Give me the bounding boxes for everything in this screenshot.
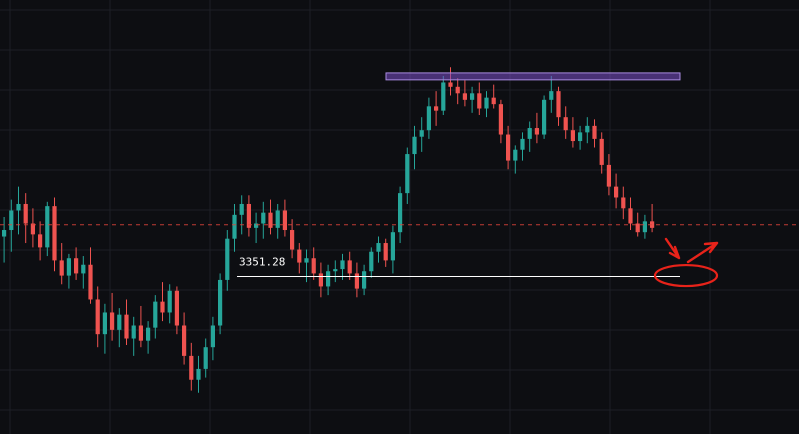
candle-body <box>354 273 359 289</box>
candle-body <box>239 203 244 215</box>
candle-body <box>398 193 403 233</box>
candle-body <box>318 273 323 287</box>
candle-body <box>405 154 410 194</box>
candle-body <box>455 86 460 94</box>
candle-body <box>9 210 14 231</box>
candle-body <box>16 203 21 211</box>
candle-body <box>38 234 43 248</box>
candle-body <box>261 212 266 224</box>
candle-body <box>110 312 115 330</box>
candle-body <box>412 136 417 155</box>
candle-body <box>153 301 158 328</box>
candlestick-series <box>2 67 655 393</box>
candle-body <box>210 325 215 348</box>
candle-body <box>606 164 611 187</box>
candle-body <box>326 271 331 287</box>
candle-body <box>45 206 50 248</box>
candle-body <box>182 325 187 356</box>
candle-body <box>131 325 136 339</box>
candle-body <box>491 97 496 105</box>
candle-body <box>534 128 539 135</box>
candle-body <box>448 82 453 87</box>
candle-body <box>232 214 237 239</box>
candle-body <box>297 249 302 263</box>
candle-body <box>419 130 424 137</box>
candle-body <box>203 347 208 369</box>
candle-body <box>462 93 467 100</box>
candle-body <box>88 264 93 300</box>
candle-body <box>426 106 431 131</box>
candle-body <box>470 93 475 100</box>
candle-body <box>282 210 287 231</box>
candle-body <box>102 312 107 335</box>
candle-body <box>599 138 604 165</box>
candle-body <box>66 258 71 276</box>
candle-body <box>189 355 194 380</box>
candle-body <box>578 132 583 142</box>
candle-body <box>635 223 640 233</box>
candle-body <box>520 138 525 150</box>
candle-body <box>369 251 374 272</box>
candle-body <box>506 134 511 161</box>
candle-body <box>290 230 295 250</box>
candle-body <box>362 271 367 289</box>
candle-body <box>570 130 575 142</box>
candle-body <box>592 125 597 139</box>
target-ellipse-marker <box>653 263 719 288</box>
candle-body <box>563 117 568 131</box>
candle-body <box>2 230 7 237</box>
candle-body <box>383 243 388 261</box>
candle-body <box>549 91 554 100</box>
candle-body <box>556 91 561 118</box>
candle-body <box>218 279 223 326</box>
candle-body <box>146 327 151 341</box>
candle-body <box>174 290 179 326</box>
candle-body <box>614 186 619 198</box>
candle-body <box>585 125 590 133</box>
candle-body <box>347 260 352 274</box>
candle-body <box>304 258 309 263</box>
candle-body <box>74 258 79 274</box>
candle-body <box>254 223 259 228</box>
candle-body <box>434 106 439 111</box>
candle-body <box>275 210 280 228</box>
candle-body <box>138 325 143 341</box>
candle-body <box>225 238 230 280</box>
candle-body <box>642 221 647 233</box>
candle-body <box>527 128 532 139</box>
support-level-label: 3351.28 <box>239 256 285 269</box>
candle-body <box>59 260 64 276</box>
candle-body <box>81 264 86 274</box>
candle-body <box>390 232 395 261</box>
candle-body <box>498 104 503 135</box>
candle-body <box>542 99 547 135</box>
candle-body <box>333 269 338 272</box>
candle-body <box>441 82 446 111</box>
resistance-zone-rectangle[interactable] <box>385 72 681 81</box>
arrow-up-icon <box>686 241 719 264</box>
candle-body <box>268 212 273 228</box>
candle-body <box>23 203 28 224</box>
candle-body <box>376 243 381 252</box>
candle-body <box>340 260 345 270</box>
forecast-annotation <box>653 237 719 288</box>
candle-body <box>477 93 482 109</box>
candle-body <box>621 197 626 209</box>
candle-body <box>95 299 100 335</box>
candle-body <box>167 290 172 313</box>
candle-body <box>124 314 129 339</box>
candle-body <box>160 301 165 313</box>
candle-body <box>117 314 122 330</box>
candle-body <box>52 206 57 261</box>
candle-body <box>246 203 251 228</box>
price-chart[interactable]: 3351.28 <box>0 0 799 434</box>
candle-body <box>628 208 633 224</box>
candle-body <box>484 97 489 109</box>
arrow-down-icon <box>664 237 681 260</box>
candle-body <box>513 149 518 161</box>
candle-body <box>311 258 316 274</box>
candle-body <box>196 368 201 380</box>
